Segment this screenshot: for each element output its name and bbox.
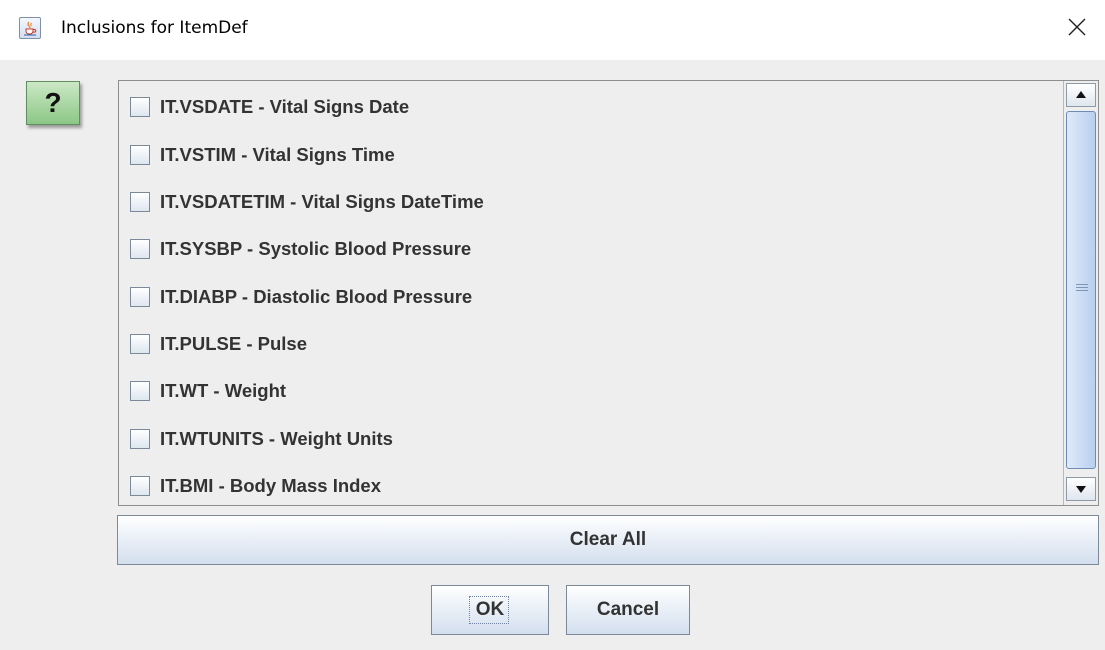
- item-label: IT.VSDATE - Vital Signs Date: [160, 96, 410, 117]
- arrow-up-icon: [1076, 91, 1086, 98]
- item-checkbox[interactable]: [130, 287, 150, 307]
- item-label: IT.DIABP - Diastolic Blood Pressure: [160, 286, 473, 307]
- arrow-down-icon: [1076, 486, 1086, 493]
- item-label: IT.VSDATETIM - Vital Signs DateTime: [160, 191, 484, 212]
- item-checkbox[interactable]: [130, 476, 150, 496]
- cancel-button[interactable]: Cancel: [566, 585, 690, 635]
- inclusions-list: IT.VSDATE - Vital Signs Date IT.VSTIM - …: [118, 80, 1099, 506]
- title-bar: Inclusions for ItemDef: [0, 0, 1105, 60]
- item-checkbox[interactable]: [130, 145, 150, 165]
- window-title: Inclusions for ItemDef: [61, 18, 248, 38]
- vertical-scrollbar[interactable]: [1063, 81, 1098, 505]
- item-label: IT.SYSBP - Systolic Blood Pressure: [160, 238, 472, 259]
- item-checkbox[interactable]: [130, 334, 150, 354]
- list-item[interactable]: IT.DIABP - Diastolic Blood Pressure: [130, 282, 1050, 312]
- close-icon[interactable]: [1062, 12, 1092, 42]
- item-label: IT.VSTIM - Vital Signs Time: [160, 144, 395, 165]
- ok-label: OK: [475, 599, 505, 620]
- item-label: IT.WTUNITS - Weight Units: [160, 428, 393, 449]
- list-item[interactable]: IT.VSDATE - Vital Signs Date: [130, 92, 1050, 122]
- clear-all-button[interactable]: Clear All: [117, 515, 1099, 565]
- dialog-content: ? IT.VSDATE - Vital Signs Date IT.VSTIM …: [0, 60, 1105, 650]
- item-checkbox[interactable]: [130, 192, 150, 212]
- ok-button[interactable]: OK: [431, 585, 549, 635]
- item-label: IT.BMI - Body Mass Index: [160, 475, 382, 496]
- help-icon: ?: [44, 87, 62, 118]
- list-item[interactable]: IT.VSDATETIM - Vital Signs DateTime: [130, 187, 1050, 217]
- item-label: IT.WT - Weight: [160, 380, 287, 401]
- list-item[interactable]: IT.WTUNITS - Weight Units: [130, 424, 1050, 454]
- dialog-window: Inclusions for ItemDef ? IT.VSDATE - Vit…: [0, 0, 1105, 650]
- item-checkbox[interactable]: [130, 239, 150, 259]
- java-cup-icon: [19, 17, 41, 39]
- item-checkbox[interactable]: [130, 97, 150, 117]
- scroll-down-button[interactable]: [1066, 477, 1096, 501]
- scroll-up-button[interactable]: [1066, 83, 1096, 107]
- item-checkbox[interactable]: [130, 381, 150, 401]
- thumb-grip-icon: [1076, 284, 1088, 293]
- item-label: IT.PULSE - Pulse: [160, 333, 308, 354]
- help-button[interactable]: ?: [26, 81, 80, 125]
- list-item[interactable]: IT.WT - Weight: [130, 376, 1050, 406]
- item-checkbox[interactable]: [130, 429, 150, 449]
- list-item[interactable]: IT.PULSE - Pulse: [130, 329, 1050, 359]
- list-item[interactable]: IT.BMI - Body Mass Index: [130, 471, 1050, 501]
- list-item[interactable]: IT.VSTIM - Vital Signs Time: [130, 140, 1050, 170]
- list-item[interactable]: IT.SYSBP - Systolic Blood Pressure: [130, 234, 1050, 264]
- scroll-thumb[interactable]: [1066, 111, 1096, 469]
